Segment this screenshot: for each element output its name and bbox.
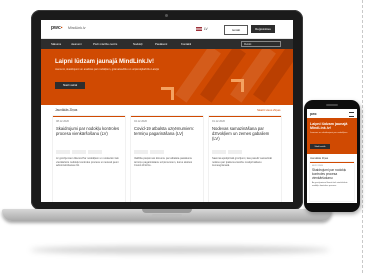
- see-all-link[interactable]: Skatīt visus Ziņas: [257, 108, 281, 112]
- menu-icon[interactable]: [349, 112, 354, 117]
- article-excerpt: Valdība pieņēmusi lēmumu par atbalsta pa…: [134, 157, 193, 168]
- trackpad: [152, 214, 182, 216]
- article-date: 08.12.2020: [312, 165, 323, 167]
- article-title[interactable]: Nodevas samazināšana par dzīvokļiem un z…: [212, 126, 278, 141]
- mobile-hero-cta-button[interactable]: Skatīt vairāk: [310, 144, 330, 149]
- nav-item-news[interactable]: Jaunumi: [71, 42, 82, 46]
- pwc-logo[interactable]: pwc▪: [51, 25, 63, 31]
- article-card[interactable]: 04.12.2020 Covid-19 atbalsta uzņēmumiem:…: [131, 116, 203, 202]
- hero-subtitle: Jaunumi, skaidrojumi un analīzes par nod…: [55, 68, 159, 71]
- laptop-screen: pwc▪ MindLink.lv LV Ienākt Reģistrēties …: [41, 20, 293, 202]
- site-header: pwc▪ MindLink.lv LV Ienākt Reģistrēties: [41, 20, 293, 39]
- article-date: 08.12.2020: [56, 120, 69, 123]
- register-button[interactable]: Reģistrēties: [251, 25, 275, 33]
- article-tags: [134, 150, 200, 154]
- article-tags: [56, 150, 122, 154]
- laptop: pwc▪ MindLink.lv LV Ienākt Reģistrēties …: [31, 10, 303, 210]
- site-name: MindLink.lv: [68, 26, 86, 30]
- section-title: Jaunākās Ziņas: [55, 108, 78, 112]
- latvia-flag-icon: [196, 27, 202, 31]
- article-title[interactable]: Skaidrojumi par nodokļu kontroles proces…: [56, 126, 122, 136]
- article-excerpt: Saeimā apstiprināti grozījumi, kas pared…: [212, 157, 272, 168]
- article-date: 04.12.2020: [134, 120, 147, 123]
- nav-item-contacts[interactable]: Kontakti: [181, 42, 191, 46]
- speaker-icon: [326, 104, 338, 106]
- arrow-decoration-icon: [161, 87, 174, 100]
- dashed-divider: [362, 0, 363, 273]
- article-excerpt: Ar grozījumiem likumā Par nodokļiem un n…: [56, 157, 119, 168]
- article-card[interactable]: 08.12.2020 Skaidrojumi par nodokļu kontr…: [53, 116, 125, 202]
- article-title[interactable]: Skaidrojumi par nodokļu kontroles proces…: [312, 168, 352, 180]
- hero-cta-button[interactable]: Skatīt vairāk: [55, 82, 85, 89]
- article-date: 01.12.2020: [212, 120, 225, 123]
- mobile-hero: Laipni lūdzam jaunajā MindLink.lv! Jaunu…: [307, 118, 357, 154]
- hero-banner: Laipni lūdzam jaunajā MindLink.lv! Jaunu…: [41, 49, 293, 105]
- nav-item-taxes[interactable]: Nodokļi: [133, 42, 142, 46]
- phone: pwc Laipni lūdzam jaunajā MindLink.lv! J…: [304, 100, 360, 212]
- webcam-icon: [165, 14, 168, 17]
- mobile-section-title: Jaunākās Ziņas: [310, 157, 329, 160]
- article-excerpt: Ar grozījumiem likumā tiek vienkāršots n…: [312, 182, 348, 187]
- article-tags: [212, 150, 278, 154]
- pwc-logo[interactable]: pwc: [310, 112, 317, 116]
- article-card[interactable]: 01.12.2020 Nodevas samazināšana par dzīv…: [209, 116, 281, 202]
- phone-screen: pwc Laipni lūdzam jaunajā MindLink.lv! J…: [307, 109, 357, 203]
- main-nav: Sākums Jaunumi PwC mācību centrs Nodokļi…: [41, 39, 293, 49]
- nav-item-academy[interactable]: PwC mācību centrs: [93, 42, 117, 46]
- language-selector[interactable]: LV: [204, 27, 208, 31]
- laptop-base: [2, 209, 332, 221]
- nav-item-events[interactable]: Pasākumi: [155, 42, 167, 46]
- search-input[interactable]: Meklēt: [241, 41, 281, 47]
- arrow-decoration-icon: [231, 79, 244, 92]
- article-title[interactable]: Covid-19 atbalsta uzņēmumiem: termiņu pa…: [134, 126, 200, 136]
- mobile-hero-subtitle: Jaunumi un skaidrojumi par nodokļiem: [310, 132, 348, 134]
- hero-title: Laipni lūdzam jaunajā MindLink.lv!: [55, 59, 155, 65]
- laptop-notch: [142, 209, 192, 213]
- nav-item-home[interactable]: Sākums: [51, 42, 61, 46]
- login-button[interactable]: Ienākt: [224, 25, 248, 35]
- laptop-shadow: [30, 246, 330, 254]
- mobile-article-card[interactable]: 08.12.2020 Skaidrojumi par nodokļu kontr…: [310, 162, 354, 201]
- mobile-hero-title: Laipni lūdzam jaunajā MindLink.lv!: [310, 122, 348, 131]
